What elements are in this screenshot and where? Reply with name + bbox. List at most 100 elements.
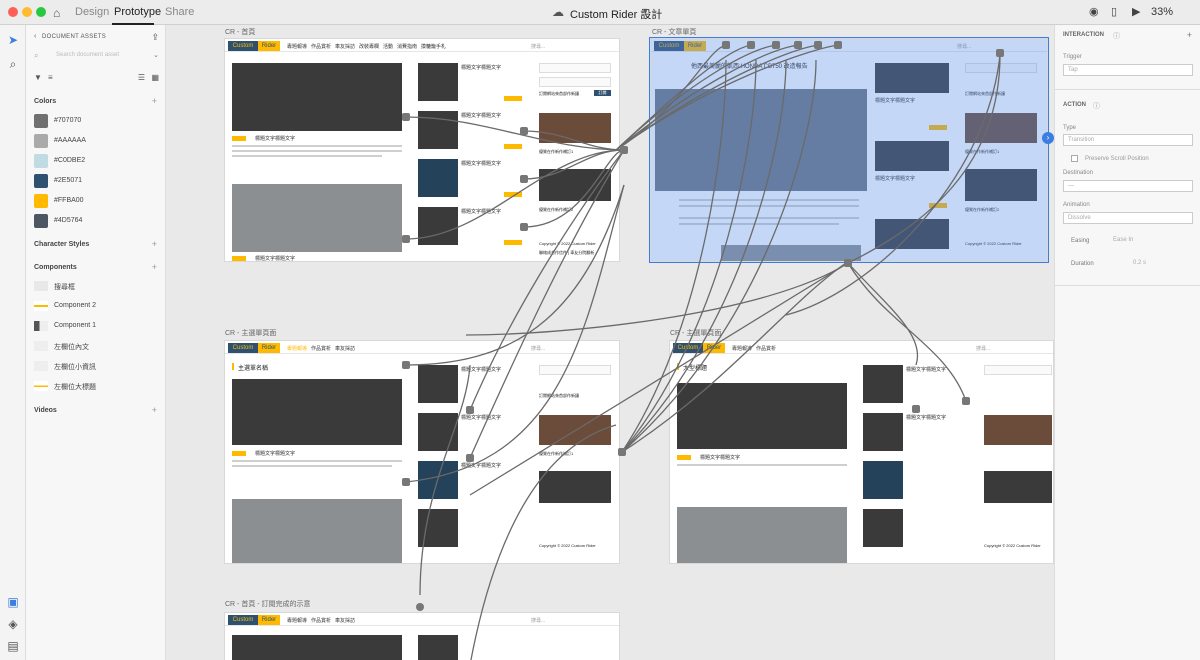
interaction-anchor[interactable] <box>814 41 822 49</box>
interaction-anchor[interactable] <box>402 478 410 486</box>
title-bar: ⌂ Design Prototype Share ☁ Custom Rider … <box>0 0 1200 25</box>
info-icon[interactable]: ⓘ <box>1113 31 1120 41</box>
character-styles-section-header[interactable]: Character Styles <box>34 241 89 248</box>
color-swatch[interactable] <box>34 134 48 148</box>
color-swatch[interactable] <box>34 154 48 168</box>
color-swatch[interactable] <box>34 174 48 188</box>
chevron-down-icon[interactable]: ▾ <box>643 6 647 15</box>
interaction-anchor[interactable] <box>402 113 410 121</box>
tab-prototype[interactable]: Prototype <box>114 6 161 18</box>
color-label: #C0DBE2 <box>54 157 86 164</box>
interaction-anchor[interactable] <box>794 41 802 49</box>
tool-bar: ➤ ⌕ ▣ ◈ ▤ <box>0 25 26 660</box>
list-view-icon[interactable]: ☰ <box>138 73 145 82</box>
trigger-label: Trigger <box>1063 54 1082 60</box>
filter-icon[interactable]: ▼ <box>34 73 42 82</box>
interaction-anchor[interactable] <box>402 235 410 243</box>
export-icon[interactable]: ⇪ <box>151 32 159 43</box>
back-icon[interactable]: ‹ <box>34 33 36 40</box>
duration-input[interactable]: 0.2 s <box>1129 258 1193 270</box>
add-component-icon[interactable]: + <box>152 262 157 272</box>
interaction-anchor[interactable] <box>722 41 730 49</box>
interaction-anchor[interactable] <box>466 406 474 414</box>
search-input[interactable]: Search document asset <box>56 52 119 58</box>
info-icon[interactable]: ⓘ <box>1093 101 1100 111</box>
chevron-down-icon[interactable]: ⌄ <box>153 51 159 59</box>
zoom-tool-icon[interactable]: ⌕ <box>6 57 20 71</box>
component-label[interactable]: 左欄位大標題 <box>54 382 96 392</box>
component-label[interactable]: 左欄位內文 <box>54 342 89 352</box>
color-swatch[interactable] <box>34 214 48 228</box>
preserve-scroll-label: Preserve Scroll Position <box>1085 156 1149 162</box>
components-section-header[interactable]: Components <box>34 264 77 271</box>
prototype-canvas[interactable]: CR - 首頁 Custom Rider 專題報導 作品賞析 車友採訪 改裝專欄… <box>166 25 1054 660</box>
interaction-anchor[interactable] <box>834 41 842 49</box>
component-thumbnail <box>34 341 48 351</box>
cloud-icon: ☁ <box>552 5 564 19</box>
preserve-scroll-checkbox[interactable] <box>1071 155 1078 162</box>
component-label[interactable]: Component 2 <box>54 302 96 309</box>
component-thumbnail <box>34 381 48 391</box>
add-interaction-icon[interactable]: + <box>1187 30 1192 40</box>
color-label: #AAAAAA <box>54 137 86 144</box>
interaction-anchor[interactable] <box>912 405 920 413</box>
interaction-anchor[interactable] <box>402 361 410 369</box>
tab-design[interactable]: Design <box>75 6 109 18</box>
assets-icon[interactable]: ▣ <box>6 595 20 609</box>
layers-icon[interactable]: ◈ <box>6 617 20 631</box>
trigger-select[interactable]: Tap <box>1063 64 1193 76</box>
component-label[interactable]: 左欄位小資訊 <box>54 362 96 372</box>
close-window-button[interactable] <box>8 7 18 17</box>
interaction-anchor[interactable] <box>520 223 528 231</box>
document-title[interactable]: Custom Rider 設計 <box>570 6 662 22</box>
add-video-icon[interactable]: + <box>152 405 157 415</box>
interaction-anchor[interactable] <box>620 146 628 154</box>
interaction-anchor[interactable] <box>747 41 755 49</box>
select-tool-icon[interactable]: ➤ <box>6 33 20 47</box>
zoom-level[interactable]: 33% <box>1151 6 1173 18</box>
color-label: #707070 <box>54 117 82 124</box>
interaction-anchor[interactable] <box>416 603 424 611</box>
destination-select[interactable]: — <box>1063 180 1193 192</box>
interaction-title: INTERACTION <box>1063 32 1104 38</box>
search-icon: ⌕ <box>34 51 39 60</box>
colors-section-header[interactable]: Colors <box>34 98 56 105</box>
animation-label: Animation <box>1063 202 1090 208</box>
tab-share[interactable]: Share <box>165 6 194 18</box>
destination-label: Destination <box>1063 170 1094 176</box>
grid-view-icon[interactable]: ▦ <box>151 73 159 82</box>
color-label: #FFBA00 <box>54 197 84 204</box>
mobile-preview-icon[interactable]: ▯ <box>1111 5 1117 18</box>
minimize-window-button[interactable] <box>22 7 32 17</box>
easing-select[interactable]: Ease In <box>1109 235 1193 247</box>
action-title: ACTION <box>1063 102 1086 108</box>
component-thumbnail <box>34 301 48 311</box>
divider <box>1055 285 1200 286</box>
interaction-anchor[interactable] <box>772 41 780 49</box>
component-label[interactable]: 搜尋框 <box>54 282 75 292</box>
interaction-anchor[interactable] <box>844 259 852 267</box>
user-icon[interactable]: ◉ <box>1089 5 1099 18</box>
interaction-anchor[interactable] <box>618 448 626 456</box>
plugins-icon[interactable]: ▤ <box>6 639 20 653</box>
sort-icon[interactable]: ≡ <box>48 73 53 82</box>
play-icon[interactable]: ▶ <box>1132 5 1140 18</box>
zoom-window-button[interactable] <box>36 7 46 17</box>
animation-select[interactable]: Dissolve <box>1063 212 1193 224</box>
home-icon[interactable]: ⌂ <box>53 6 60 20</box>
component-label[interactable]: Component 1 <box>54 322 96 329</box>
interaction-anchor[interactable] <box>962 397 970 405</box>
type-select[interactable]: Transition <box>1063 134 1193 146</box>
add-color-icon[interactable]: + <box>152 96 157 106</box>
interaction-anchor[interactable] <box>520 127 528 135</box>
color-swatch[interactable] <box>34 114 48 128</box>
interaction-anchor[interactable] <box>520 175 528 183</box>
interaction-anchor[interactable] <box>466 454 474 462</box>
videos-section-header[interactable]: Videos <box>34 407 57 414</box>
document-assets-panel: ‹ DOCUMENT ASSETS ⇪ ⌕ Search document as… <box>26 25 166 660</box>
interaction-anchor[interactable] <box>996 49 1004 57</box>
easing-label: Easing <box>1071 238 1090 244</box>
component-thumbnail <box>34 361 48 371</box>
color-swatch[interactable] <box>34 194 48 208</box>
add-character-style-icon[interactable]: + <box>152 239 157 249</box>
